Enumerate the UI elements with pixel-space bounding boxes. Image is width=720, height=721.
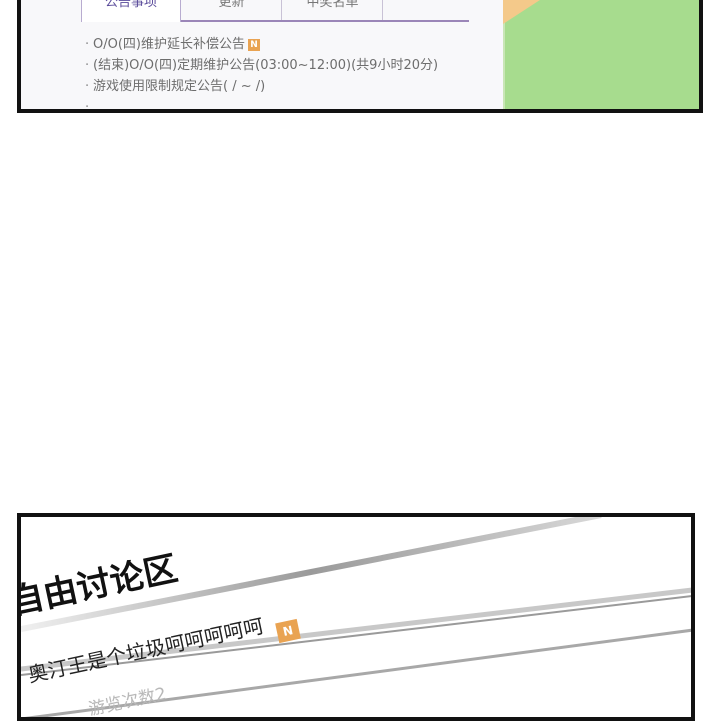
bullet: · <box>85 37 90 52</box>
notice-item-text: O/O(四)维护延长补偿公告 <box>93 37 245 52</box>
notice-tabs: 公告事项 更新 中奖名单 <box>81 0 469 22</box>
tab-updates[interactable]: 更新 <box>182 0 282 20</box>
bullet: · <box>85 58 90 73</box>
notice-item-text: 游戏使用限制规定公告( / ~ /) <box>93 79 266 94</box>
green-banner <box>503 0 699 109</box>
tab-announcements[interactable]: 公告事项 <box>81 0 181 22</box>
notice-item[interactable]: · (结束)O/O(四)定期维护公告(03:00~12:00)(共9小时20分) <box>85 55 438 76</box>
notice-item: · <box>85 97 438 113</box>
bullet: · <box>85 79 90 94</box>
notice-item[interactable]: · O/O(四)维护延长补偿公告 N <box>85 34 438 55</box>
notice-item-text: (结束)O/O(四)定期维护公告(03:00~12:00)(共9小时20分) <box>93 58 439 73</box>
tab-winners[interactable]: 中奖名单 <box>283 0 383 20</box>
forum-panel: 自由讨论区 奥汀王是个垃圾呵呵呵呵呵 N 游览次数2 <box>17 513 695 721</box>
notice-panel: 公告事项 更新 中奖名单 · O/O(四)维护延长补偿公告 N · (结束)O/O(四… <box>17 0 703 113</box>
notice-list: · O/O(四)维护延长补偿公告 N · (结束)O/O(四)定期维护公告(03:00… <box>85 34 438 113</box>
new-badge: N <box>248 39 260 51</box>
notice-item[interactable]: · 游戏使用限制规定公告( / ~ /) <box>85 76 438 97</box>
bullet: · <box>85 100 90 113</box>
